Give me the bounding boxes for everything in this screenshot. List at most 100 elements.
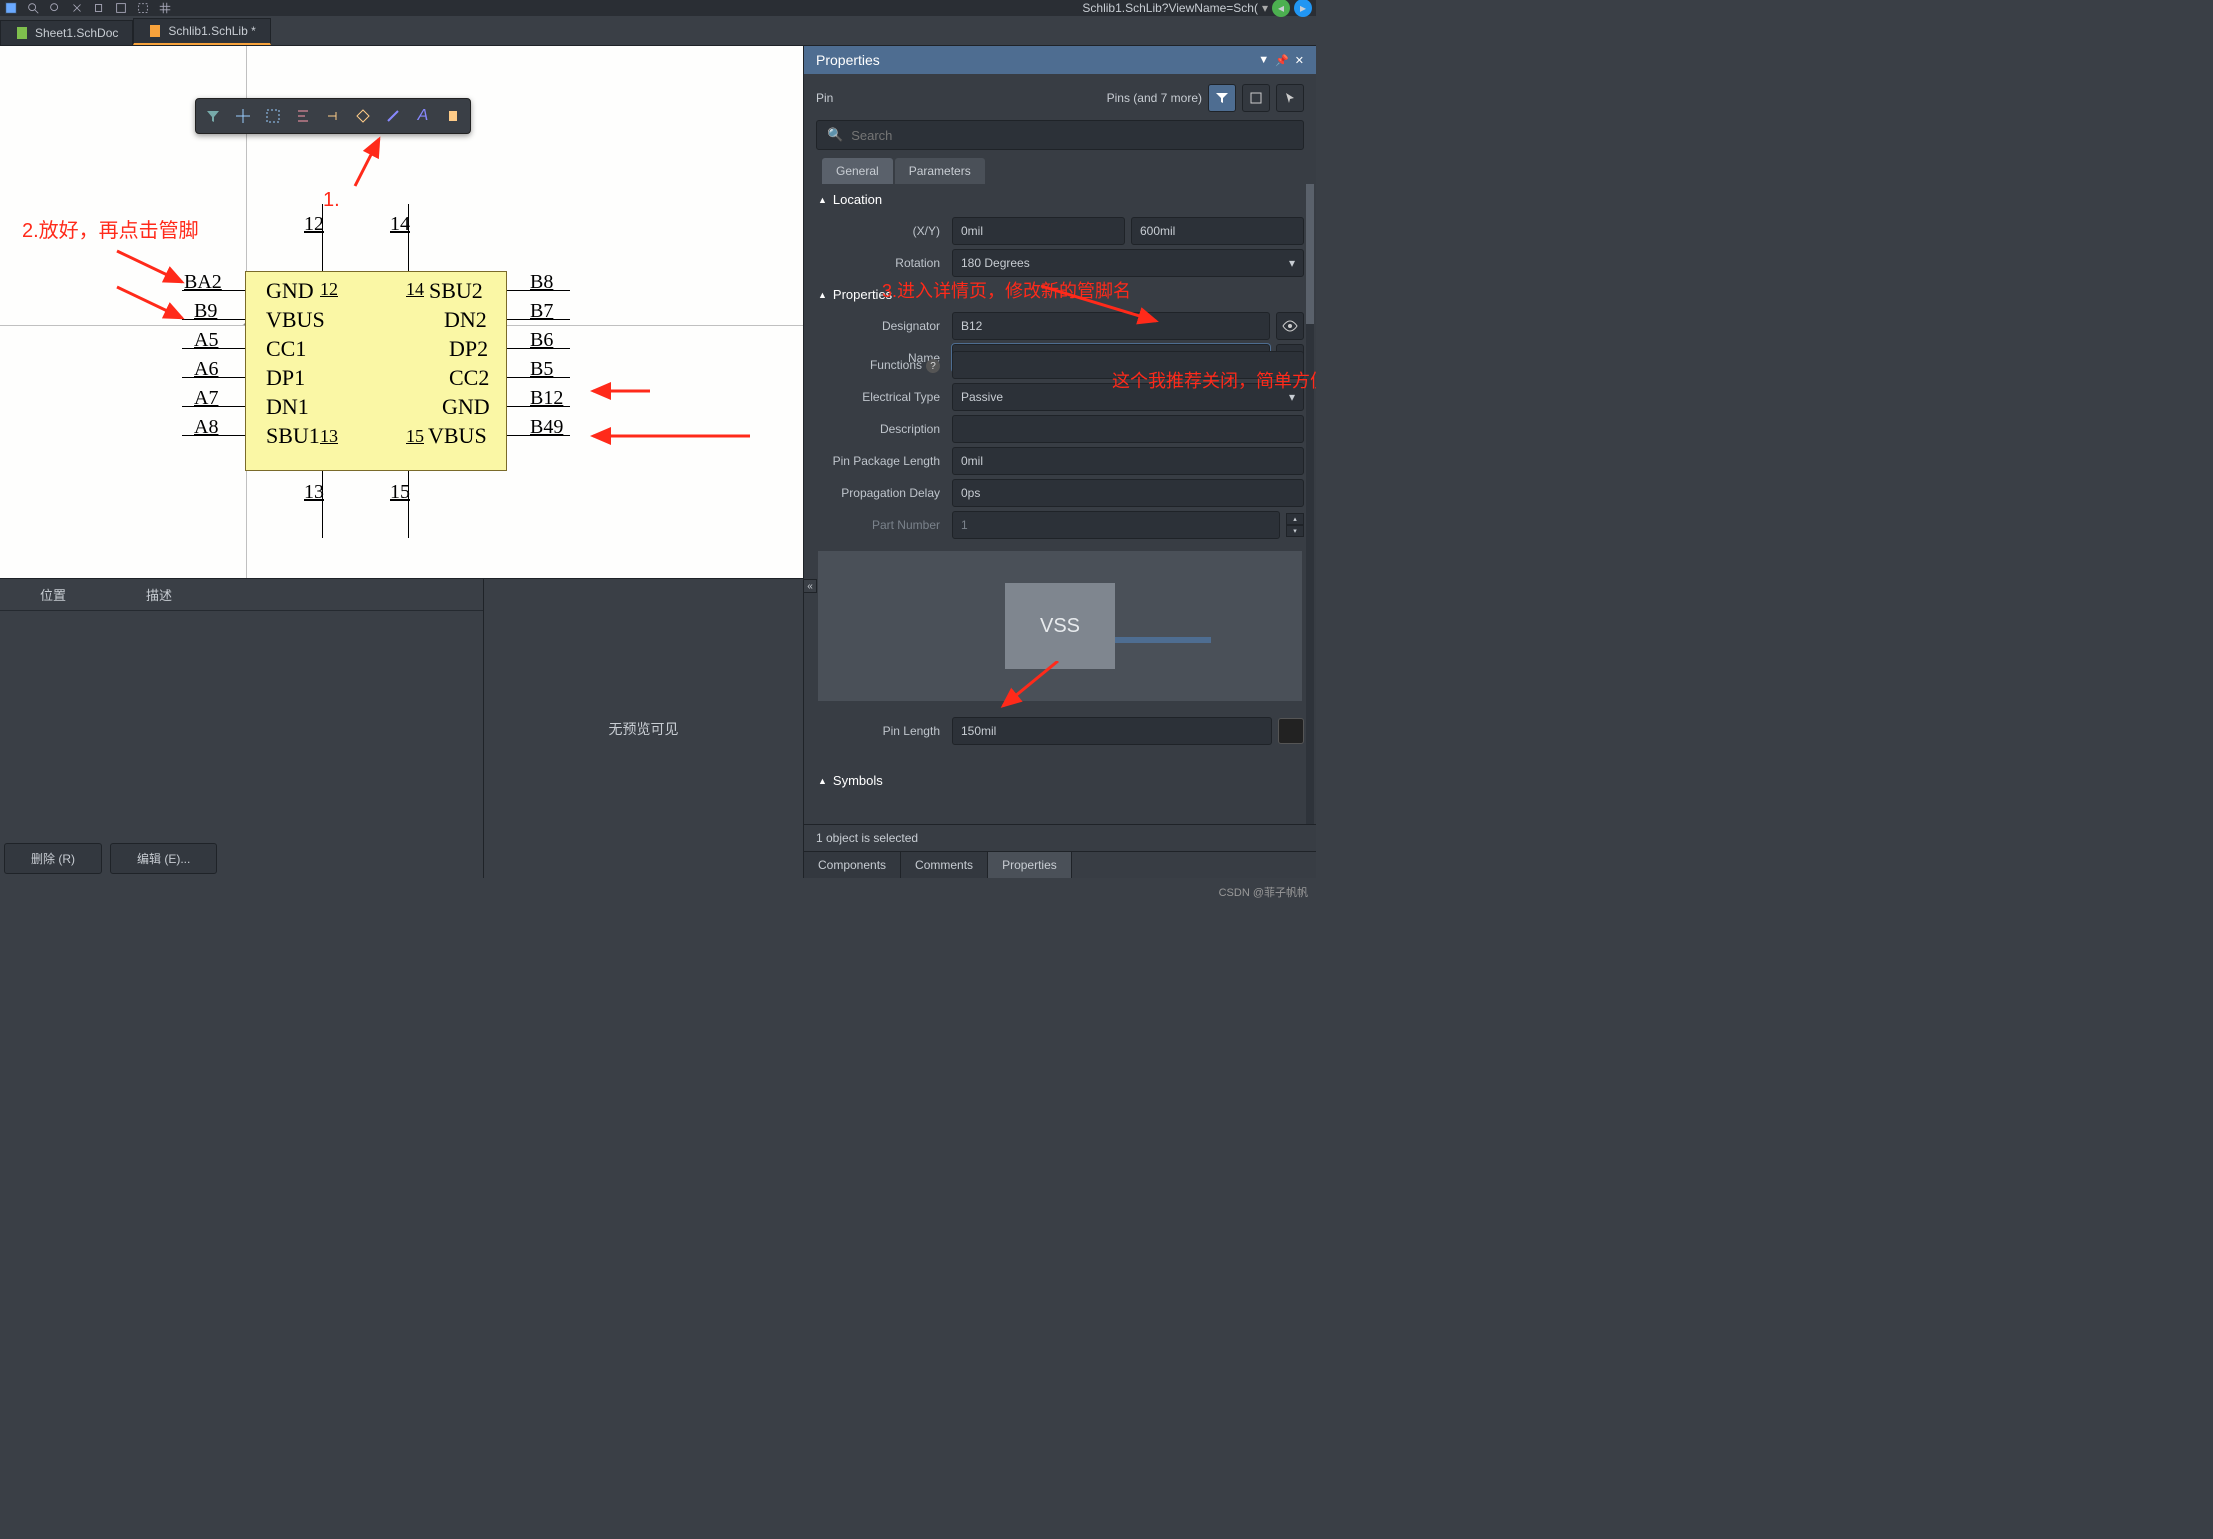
red-arrow-r2 <box>585 421 755 451</box>
inner-num-tl: 12 <box>320 279 338 300</box>
dropdown-icon[interactable]: ▼ <box>1258 54 1269 67</box>
label-partnum: Part Number <box>804 518 946 532</box>
align-icon[interactable] <box>290 103 316 129</box>
save-icon[interactable] <box>4 1 18 15</box>
preview-chip: VSS <box>1005 583 1115 669</box>
tab-schlib-label: Schlib1.SchLib * <box>168 24 255 38</box>
select-mode-icon[interactable] <box>1242 84 1270 112</box>
select-rotation[interactable]: 180 Degrees▾ <box>952 249 1304 277</box>
bottom-tab-comments[interactable]: Comments <box>901 852 988 878</box>
search-icon: 🔍 <box>827 127 843 143</box>
filter-text: Pins (and 7 more) <box>1107 91 1202 105</box>
delete-button[interactable]: 删除 (R) <box>4 843 102 874</box>
dropdown-caret-icon[interactable]: ▾ <box>1262 1 1268 15</box>
red-arrow-1 <box>345 131 395 191</box>
close-panel-icon[interactable]: ✕ <box>1295 54 1304 67</box>
section-symbols[interactable]: ▲Symbols <box>804 765 1316 796</box>
bottom-tab-components[interactable]: Components <box>804 852 901 878</box>
copy-icon[interactable] <box>92 1 106 15</box>
paste-icon[interactable] <box>114 1 128 15</box>
pin-left-3[interactable]: A6 <box>194 358 218 381</box>
pin-color-swatch[interactable] <box>1278 718 1304 744</box>
anno-2: 2.放好，再点击管脚 <box>22 214 199 243</box>
nav-fwd-icon[interactable]: ▸ <box>1294 0 1312 17</box>
line-icon[interactable] <box>380 103 406 129</box>
inner-left-0: GND <box>266 278 314 304</box>
tab-sheet1-label: Sheet1.SchDoc <box>35 26 118 40</box>
pin-bottom-0[interactable]: 13 <box>304 481 324 504</box>
panel-title: Properties <box>816 52 880 68</box>
label-xy: (X/Y) <box>804 224 946 238</box>
eye-icon[interactable] <box>1276 312 1304 340</box>
pin-icon[interactable] <box>320 103 346 129</box>
pin-right-1[interactable]: B7 <box>530 300 553 323</box>
col-position[interactable]: 位置 <box>0 579 106 610</box>
ic-icon[interactable] <box>440 103 466 129</box>
input-x[interactable] <box>952 217 1125 245</box>
label-propdelay: Propagation Delay <box>804 486 946 500</box>
move-icon[interactable] <box>230 103 256 129</box>
schdoc-icon <box>15 26 29 40</box>
help-icon[interactable]: ? <box>926 359 940 373</box>
filter-icon[interactable] <box>200 103 226 129</box>
pin-right-4[interactable]: B12 <box>530 387 563 410</box>
input-pin-package-length[interactable] <box>952 447 1304 475</box>
tab-general[interactable]: General <box>822 158 893 184</box>
pin-left-2[interactable]: A5 <box>194 329 218 352</box>
zoom-in-icon[interactable] <box>26 1 40 15</box>
input-y[interactable] <box>1131 217 1304 245</box>
pin-bottom-1[interactable]: 15 <box>390 481 410 504</box>
edit-button[interactable]: 编辑 (E)... <box>110 843 217 874</box>
pin-right-2[interactable]: B6 <box>530 329 553 352</box>
select-icon[interactable] <box>136 1 150 15</box>
document-tabs: Sheet1.SchDoc Schlib1.SchLib * <box>0 16 1316 46</box>
watermark: CSDN @菲子帆帆 <box>1219 884 1308 900</box>
pin-left-4[interactable]: A7 <box>194 387 218 410</box>
search-box[interactable]: 🔍 <box>816 120 1304 150</box>
schlib-icon <box>148 24 162 38</box>
inner-right-1: DN2 <box>444 307 487 333</box>
tab-schlib[interactable]: Schlib1.SchLib * <box>133 18 270 45</box>
tab-sheet1[interactable]: Sheet1.SchDoc <box>0 20 133 45</box>
input-part-number[interactable] <box>952 511 1280 539</box>
pin-right-3[interactable]: B5 <box>530 358 553 381</box>
pin-left-1[interactable]: B9 <box>194 300 217 323</box>
object-type: Pin <box>816 91 833 105</box>
inner-right-3: CC2 <box>449 365 489 391</box>
spinner[interactable]: ▴▾ <box>1286 513 1304 537</box>
inner-num-br: 15 <box>406 426 424 447</box>
red-arrow-4 <box>998 661 1078 711</box>
lower-panel: « 位置 描述 无预览可见 删除 (R) 编辑 (E)... <box>0 578 803 878</box>
inner-left-1: VBUS <box>266 307 325 333</box>
inner-left-2: CC1 <box>266 336 306 362</box>
input-pin-length[interactable] <box>952 717 1272 745</box>
search-input[interactable] <box>851 128 1293 143</box>
red-arrow-2b <box>112 282 192 330</box>
grid-icon[interactable] <box>158 1 172 15</box>
text-icon[interactable]: A <box>410 103 436 129</box>
pin-panel-icon[interactable]: 📌 <box>1275 54 1289 67</box>
pin-right-5[interactable]: B49 <box>530 416 563 439</box>
col-desc[interactable]: 描述 <box>106 579 212 610</box>
cut-icon[interactable] <box>70 1 84 15</box>
pin-top-1[interactable]: 14 <box>390 213 410 236</box>
input-description[interactable] <box>952 415 1304 443</box>
address-text: Schlib1.SchLib?ViewName=Sch( <box>1082 1 1258 15</box>
nav-back-icon[interactable]: ◂ <box>1272 0 1290 17</box>
pin-left-5[interactable]: A8 <box>194 416 218 439</box>
schematic-canvas[interactable]: ✦ A BA2 B9 A5 A6 A7 A8 GND <box>0 46 803 578</box>
zoom-out-icon[interactable] <box>48 1 62 15</box>
section-properties[interactable]: ▲Properties 3.进入详情页，修改新的管脚名 <box>804 279 1316 310</box>
select-rect-icon[interactable] <box>260 103 286 129</box>
tab-parameters[interactable]: Parameters <box>895 158 985 184</box>
input-prop-delay[interactable] <box>952 479 1304 507</box>
label-pinlength: Pin Length <box>804 724 946 738</box>
cursor-mode-icon[interactable] <box>1276 84 1304 112</box>
polygon-icon[interactable] <box>350 103 376 129</box>
section-location[interactable]: ▲Location <box>804 184 1316 215</box>
chevron-down-icon: ▾ <box>1289 256 1295 270</box>
pin-right-0[interactable]: B8 <box>530 271 553 294</box>
bottom-tab-properties[interactable]: Properties <box>988 852 1072 878</box>
pin-top-0[interactable]: 12 <box>304 213 324 236</box>
funnel-icon[interactable] <box>1208 84 1236 112</box>
